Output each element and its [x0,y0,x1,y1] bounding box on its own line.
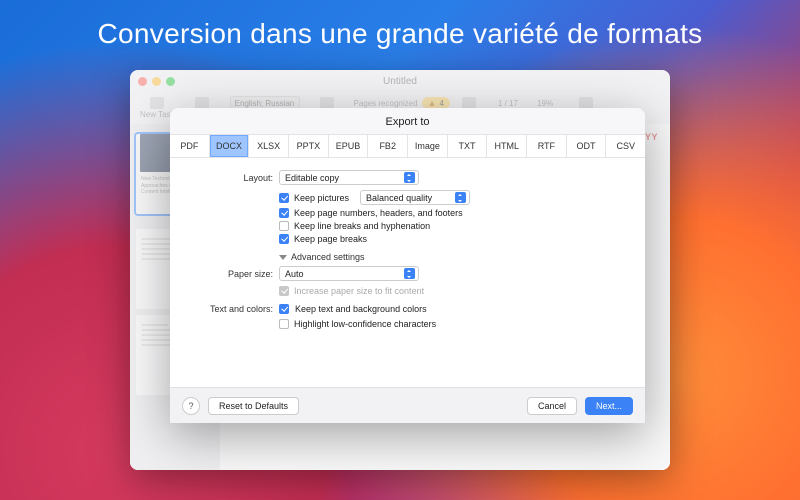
keep-colors-label: Keep text and background colors [295,304,427,314]
export-dialog: Export to PDFDOCXXLSXPPTXEPUBFB2ImageTXT… [170,108,645,423]
keep-page-numbers-checkbox[interactable] [279,208,289,218]
keep-pictures-checkbox[interactable] [279,193,289,203]
paper-size-select[interactable]: Auto [279,266,419,281]
keep-page-breaks-checkbox[interactable] [279,234,289,244]
advanced-disclosure[interactable]: Advanced settings [279,252,627,262]
keep-page-numbers-label: Keep page numbers, headers, and footers [294,208,463,218]
keep-colors-checkbox[interactable] [279,304,289,314]
format-tab-xlsx[interactable]: XLSX [249,135,289,157]
chevron-down-icon [279,255,287,260]
format-tab-odt[interactable]: ODT [567,135,607,157]
cancel-button[interactable]: Cancel [527,397,577,415]
reset-button[interactable]: Reset to Defaults [208,397,299,415]
paper-size-label: Paper size: [188,269,273,279]
keep-line-breaks-label: Keep line breaks and hyphenation [294,221,430,231]
picture-quality-select[interactable]: Balanced quality [360,190,470,205]
highlight-low-confidence-label: Highlight low-confidence characters [294,319,436,329]
titlebar: Untitled [130,70,670,92]
format-tab-pdf[interactable]: PDF [170,135,210,157]
text-colors-label: Text and colors: [188,304,273,314]
layout-label: Layout: [188,173,273,183]
next-button[interactable]: Next... [585,397,633,415]
format-tab-pptx[interactable]: PPTX [289,135,329,157]
updown-icon [404,172,415,183]
window-title: Untitled [130,76,670,87]
marketing-headline: Conversion dans une grande variété de fo… [0,18,800,50]
format-tab-html[interactable]: HTML [487,135,527,157]
format-tabs: PDFDOCXXLSXPPTXEPUBFB2ImageTXTHTMLRTFODT… [170,134,645,158]
layout-select[interactable]: Editable copy [279,170,419,185]
keep-pictures-label: Keep pictures [294,193,349,203]
increase-paper-label: Increase paper size to fit content [294,286,424,296]
format-tab-image[interactable]: Image [408,135,448,157]
format-tab-rtf[interactable]: RTF [527,135,567,157]
keep-line-breaks-checkbox[interactable] [279,221,289,231]
dialog-title: Export to [170,108,645,134]
format-tab-docx[interactable]: DOCX [210,135,250,157]
keep-page-breaks-label: Keep page breaks [294,234,367,244]
increase-paper-checkbox [279,286,289,296]
format-tab-fb2[interactable]: FB2 [368,135,408,157]
format-tab-txt[interactable]: TXT [448,135,488,157]
updown-icon [404,268,415,279]
dialog-footer: ? Reset to Defaults Cancel Next... [170,387,645,423]
dialog-body: Layout: Editable copy Keep pictures Bala… [170,158,645,387]
highlight-low-confidence-checkbox[interactable] [279,319,289,329]
help-button[interactable]: ? [182,397,200,415]
updown-icon [455,192,466,203]
format-tab-csv[interactable]: CSV [606,135,645,157]
format-tab-epub[interactable]: EPUB [329,135,369,157]
